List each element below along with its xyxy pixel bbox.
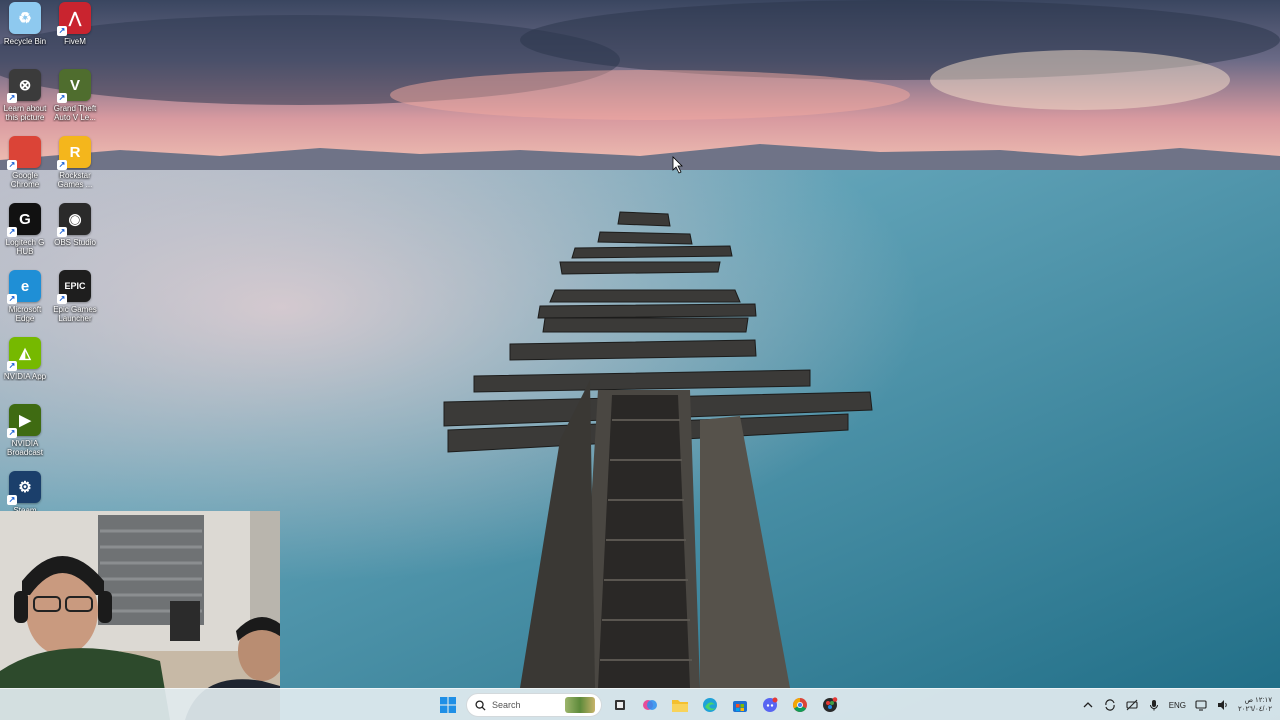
desktop-icon-label: NVIDIA Broadcast	[6, 439, 44, 457]
desktop-icon-label: Rockstar Games ...	[57, 171, 93, 189]
discord-button[interactable]	[758, 693, 782, 717]
shortcut-arrow-icon: ↗	[7, 495, 17, 505]
rockstar-games-icon: R ↗	[57, 136, 91, 170]
desktop-icon-label: Google Chrome	[10, 171, 40, 189]
clock-time: ١٢:١٧ ص	[1244, 697, 1272, 704]
desktop-icon-rockstar-games[interactable]: R ↗ Rockstar Games ...	[50, 136, 100, 189]
shortcut-arrow-icon: ↗	[57, 294, 67, 304]
sync-icon	[1105, 699, 1115, 711]
nvidia-broadcast-icon: ▶ ↗	[7, 404, 41, 438]
clock-date: ٢٠٢٦/٠٤/٠٢	[1238, 706, 1272, 713]
network-disconnected-icon	[1126, 699, 1138, 711]
desktop-icon-label: Recycle Bin	[3, 37, 47, 46]
sync-tray-button[interactable]	[1103, 698, 1117, 712]
gta-v-icon: V ↗	[57, 69, 91, 103]
show-hidden-icons-button[interactable]	[1081, 698, 1095, 712]
desktop-icon-label: Learn about this picture	[3, 104, 47, 122]
desktop-icon-label: NVIDIA App	[3, 372, 47, 381]
search-highlight-image	[565, 697, 595, 713]
display-icon	[1195, 700, 1207, 711]
davinci-icon	[823, 697, 838, 712]
windows-logo-icon	[440, 697, 456, 713]
microphone-tray-button[interactable]	[1147, 698, 1161, 712]
shortcut-arrow-icon: ↗	[7, 428, 17, 438]
chrome-button[interactable]	[788, 693, 812, 717]
desktop-icon-steam[interactable]: ⚙ ↗ Steam	[0, 471, 50, 515]
copilot-button[interactable]	[638, 693, 662, 717]
shortcut-arrow-icon: ↗	[7, 361, 17, 371]
shortcut-arrow-icon: ↗	[7, 294, 17, 304]
shortcut-arrow-icon: ↗	[57, 227, 67, 237]
fivem-icon: ⋀ ↗	[57, 2, 91, 36]
system-tray: ENG ١٢:١٧ ص ٢٠٢٦/٠٤/٠٢	[1081, 691, 1272, 719]
language-indicator[interactable]: ENG	[1169, 701, 1186, 710]
davinci-button[interactable]	[818, 693, 842, 717]
logitech-g-hub-icon: G ↗	[7, 203, 41, 237]
desktop-icon-google-chrome[interactable]: ↗ Google Chrome	[0, 136, 50, 189]
copilot-icon	[643, 700, 657, 710]
shortcut-arrow-icon: ↗	[7, 93, 17, 103]
microphone-icon	[1149, 700, 1158, 711]
desktop-icon-learn-about-picture[interactable]: ⊗ ↗ Learn about this picture	[0, 69, 50, 122]
google-chrome-icon: ↗	[7, 136, 41, 170]
desktop-icon-microsoft-edge[interactable]: e ↗ Microsoft Edge	[0, 270, 50, 323]
desktop-icon-label: Epic Games Launcher	[53, 305, 97, 323]
volume-tray-button[interactable]	[1216, 698, 1230, 712]
folder-icon	[672, 700, 688, 712]
desktop-icon-logitech-g-hub[interactable]: G ↗ Logitech G HUB	[0, 203, 50, 256]
obs-studio-icon: ◉ ↗	[57, 203, 91, 237]
network-tray-button[interactable]	[1125, 698, 1139, 712]
shortcut-arrow-icon: ↗	[7, 227, 17, 237]
desktop-icon-nvidia-broadcast[interactable]: ▶ ↗ NVIDIA Broadcast	[0, 404, 50, 457]
taskbar-search[interactable]: Search	[466, 693, 602, 717]
discord-icon	[763, 697, 778, 712]
desktop-icon-label: Microsoft Edge	[8, 305, 42, 323]
start-button[interactable]	[436, 693, 460, 717]
chevron-up-icon	[1083, 702, 1093, 708]
taskbar-center: Search	[436, 691, 842, 719]
desktop-icon-nvidia-app[interactable]: ◭ ↗ NVIDIA App	[0, 337, 50, 381]
file-explorer-button[interactable]	[668, 693, 692, 717]
desktop-icon-recycle-bin[interactable]: ♻ Recycle Bin	[0, 2, 50, 46]
nvidia-app-icon: ◭ ↗	[7, 337, 41, 371]
desktop-icon-obs-studio[interactable]: ◉ ↗ OBS Studio	[50, 203, 100, 247]
desktop-icon-label: Logitech G HUB	[5, 238, 45, 256]
edge-icon	[703, 698, 717, 712]
taskbar: Search ENG ١٢:١٧ ص ٢٠٢٦/٠٤/٠٢	[0, 688, 1280, 720]
clock[interactable]: ١٢:١٧ ص ٢٠٢٦/٠٤/٠٢	[1238, 696, 1272, 714]
store-icon	[733, 701, 747, 712]
shortcut-arrow-icon: ↗	[57, 93, 67, 103]
task-view-icon	[615, 700, 625, 710]
shortcut-arrow-icon: ↗	[57, 160, 67, 170]
learn-about-picture-icon: ⊗ ↗	[7, 69, 41, 103]
desktop-icon-label: OBS Studio	[54, 238, 96, 247]
search-icon	[475, 699, 486, 711]
epic-games-icon: EPIC ↗	[57, 270, 91, 304]
desktop-icon-label: Grand Theft Auto V Le...	[53, 104, 97, 122]
search-placeholder: Search	[492, 700, 521, 710]
desktop-icon-epic-games[interactable]: EPIC ↗ Epic Games Launcher	[50, 270, 100, 323]
task-view-button[interactable]	[608, 693, 632, 717]
recycle-bin-icon: ♻	[9, 2, 41, 34]
shortcut-arrow-icon: ↗	[7, 160, 17, 170]
edge-button[interactable]	[698, 693, 722, 717]
desktop-icon-label: FiveM	[64, 37, 86, 46]
chrome-icon	[793, 698, 807, 712]
monitor-tray-button[interactable]	[1194, 698, 1208, 712]
microsoft-store-button[interactable]	[728, 693, 752, 717]
microsoft-edge-icon: e ↗	[7, 270, 41, 304]
desktop-icon-fivem[interactable]: ⋀ ↗ FiveM	[50, 2, 100, 46]
speaker-icon	[1218, 700, 1227, 710]
shortcut-arrow-icon: ↗	[57, 26, 67, 36]
desktop-icon-gta-v[interactable]: V ↗ Grand Theft Auto V Le...	[50, 69, 100, 122]
steam-icon: ⚙ ↗	[7, 471, 41, 505]
